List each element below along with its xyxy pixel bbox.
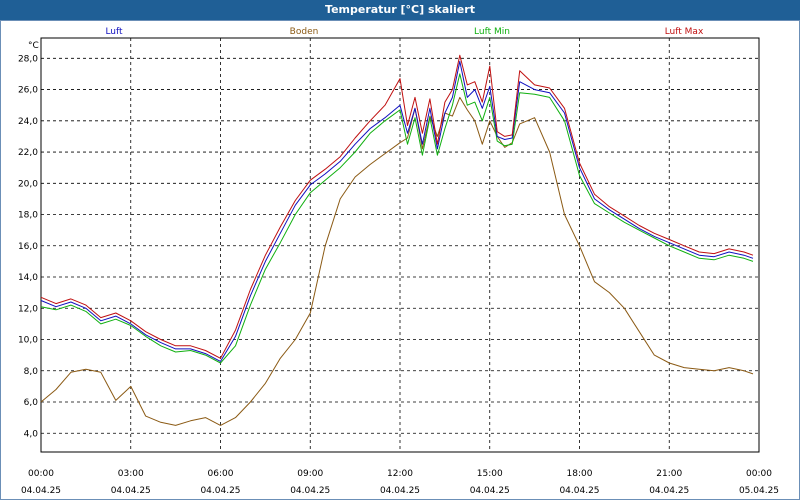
y-tick-label: 12,0 bbox=[18, 304, 38, 314]
legend-entry: Luft bbox=[105, 27, 123, 37]
window-title: Temperatur [°C] skaliert bbox=[0, 0, 800, 20]
y-tick-label: 28,0 bbox=[18, 54, 38, 64]
x-tick-time: 15:00 bbox=[477, 469, 503, 479]
x-tick-date: 05.04.25 bbox=[739, 486, 779, 496]
x-tick-date: 04.04.25 bbox=[649, 486, 689, 496]
x-tick-time: 03:00 bbox=[118, 469, 144, 479]
temperature-chart: °C 4,0 6,0 8,0 10,0 12,0 14,0 16,0 18,0 20,0 22,0… bbox=[18, 27, 779, 496]
series-line-luft bbox=[40, 60, 754, 362]
chart-panel: °C 4,0 6,0 8,0 10,0 12,0 14,0 16,0 18,0 20,0 22,0… bbox=[0, 20, 800, 500]
series-lines bbox=[40, 54, 754, 426]
x-tick-date: 04.04.25 bbox=[470, 486, 510, 496]
x-tick-time: 06:00 bbox=[208, 469, 234, 479]
x-tick-date: 04.04.25 bbox=[21, 486, 61, 496]
series-line-boden bbox=[40, 96, 754, 426]
y-tick-label: 18,0 bbox=[18, 211, 38, 221]
x-tick-date: 04.04.25 bbox=[380, 486, 420, 496]
x-tick-time: 09:00 bbox=[297, 469, 323, 479]
x-tick-time: 00:00 bbox=[28, 469, 54, 479]
y-tick-label: 14,0 bbox=[18, 273, 38, 283]
x-tick-time: 12:00 bbox=[387, 469, 413, 479]
x-tick-date: 04.04.25 bbox=[200, 486, 240, 496]
legend-entry: Boden bbox=[290, 27, 319, 37]
grid bbox=[41, 38, 759, 452]
x-tick-time: 18:00 bbox=[567, 469, 593, 479]
y-tick-label: 26,0 bbox=[18, 86, 38, 96]
y-tick-label: 16,0 bbox=[18, 242, 38, 252]
y-tick-label: 6,0 bbox=[24, 398, 39, 408]
legend: Luft Boden Luft Min Luft Max bbox=[105, 27, 704, 37]
x-tick-time: 00:00 bbox=[746, 469, 772, 479]
x-tick-date: 04.04.25 bbox=[111, 486, 151, 496]
x-tick-date: 04.04.25 bbox=[559, 486, 599, 496]
legend-entry: Luft Max bbox=[665, 27, 704, 37]
x-tick-date: 04.04.25 bbox=[290, 486, 330, 496]
y-tick-label: 10,0 bbox=[18, 336, 38, 346]
x-tick-time: 21:00 bbox=[656, 469, 682, 479]
series-line-luft-min bbox=[40, 73, 754, 364]
y-tick-label: 8,0 bbox=[24, 367, 39, 377]
y-tick-label: 4,0 bbox=[24, 429, 39, 439]
legend-entry: Luft Min bbox=[474, 27, 510, 37]
y-tick-label: 22,0 bbox=[18, 148, 38, 158]
y-axis-label: °C bbox=[28, 41, 39, 51]
y-tick-label: 20,0 bbox=[18, 179, 38, 189]
series-line-luft-max bbox=[40, 54, 754, 359]
y-tick-label: 24,0 bbox=[18, 117, 38, 127]
